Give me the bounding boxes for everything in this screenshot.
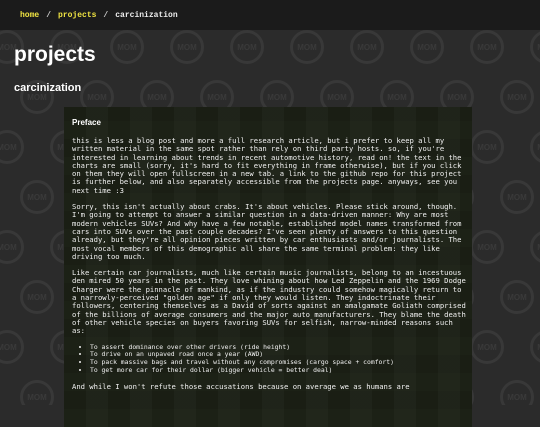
watermark-badge: MOM (530, 330, 540, 364)
watermark-badge: MOM (20, 180, 54, 214)
paragraph: Like certain car journalists, much like … (72, 268, 466, 336)
article-panel[interactable]: Preface this is less a blog post and mor… (64, 107, 472, 427)
watermark-badge: MOM (170, 30, 204, 64)
breadcrumb: home / projects / carcinization (0, 0, 540, 30)
page-subtitle: carcinization (14, 82, 82, 94)
watermark-badge: MOM (500, 180, 534, 214)
paragraph: And while I won't refute those accusatio… (72, 381, 410, 391)
watermark-badge: MOM (500, 80, 534, 114)
paragraph: this is less a blog post and more a full… (72, 136, 462, 195)
watermark-badge: MOM (530, 230, 540, 264)
breadcrumb-separator: / (103, 10, 109, 20)
watermark-badge: MOM (530, 130, 540, 164)
paragraph: Sorry, this isn't actually about crabs. … (72, 202, 462, 261)
watermark-badge: MOM (110, 30, 144, 64)
article-content: this is less a blog post and more a full… (72, 136, 468, 399)
breadcrumb-projects-link[interactable]: projects (58, 11, 96, 20)
list-item: To get more car for their dollar (bigger… (90, 366, 468, 375)
watermark-badge: MOM (500, 280, 534, 314)
watermark-badge: MOM (470, 330, 504, 364)
section-title: Preface (72, 118, 101, 127)
reasons-list: To assert dominance over other drivers (… (72, 343, 468, 375)
watermark-badge: MOM (530, 30, 540, 64)
page-title: projects (14, 43, 96, 66)
watermark-badge: MOM (0, 230, 24, 264)
watermark-badge: MOM (0, 330, 24, 364)
watermark-badge: MOM (470, 230, 504, 264)
watermark-badge: MOM (470, 130, 504, 164)
watermark-badge: MOM (410, 30, 444, 64)
watermark-badge: MOM (230, 30, 264, 64)
breadcrumb-separator: / (46, 10, 52, 20)
watermark-badge: MOM (500, 380, 534, 405)
watermark-badge: MOM (20, 280, 54, 314)
watermark-badge: MOM (470, 30, 504, 64)
watermark-badge: MOM (20, 380, 54, 405)
watermark-badge: MOM (350, 30, 384, 64)
watermark-badge: MOM (0, 130, 24, 164)
breadcrumb-home-link[interactable]: home (20, 11, 39, 20)
watermark-badge: MOM (290, 30, 324, 64)
breadcrumb-current: carcinization (115, 10, 178, 20)
